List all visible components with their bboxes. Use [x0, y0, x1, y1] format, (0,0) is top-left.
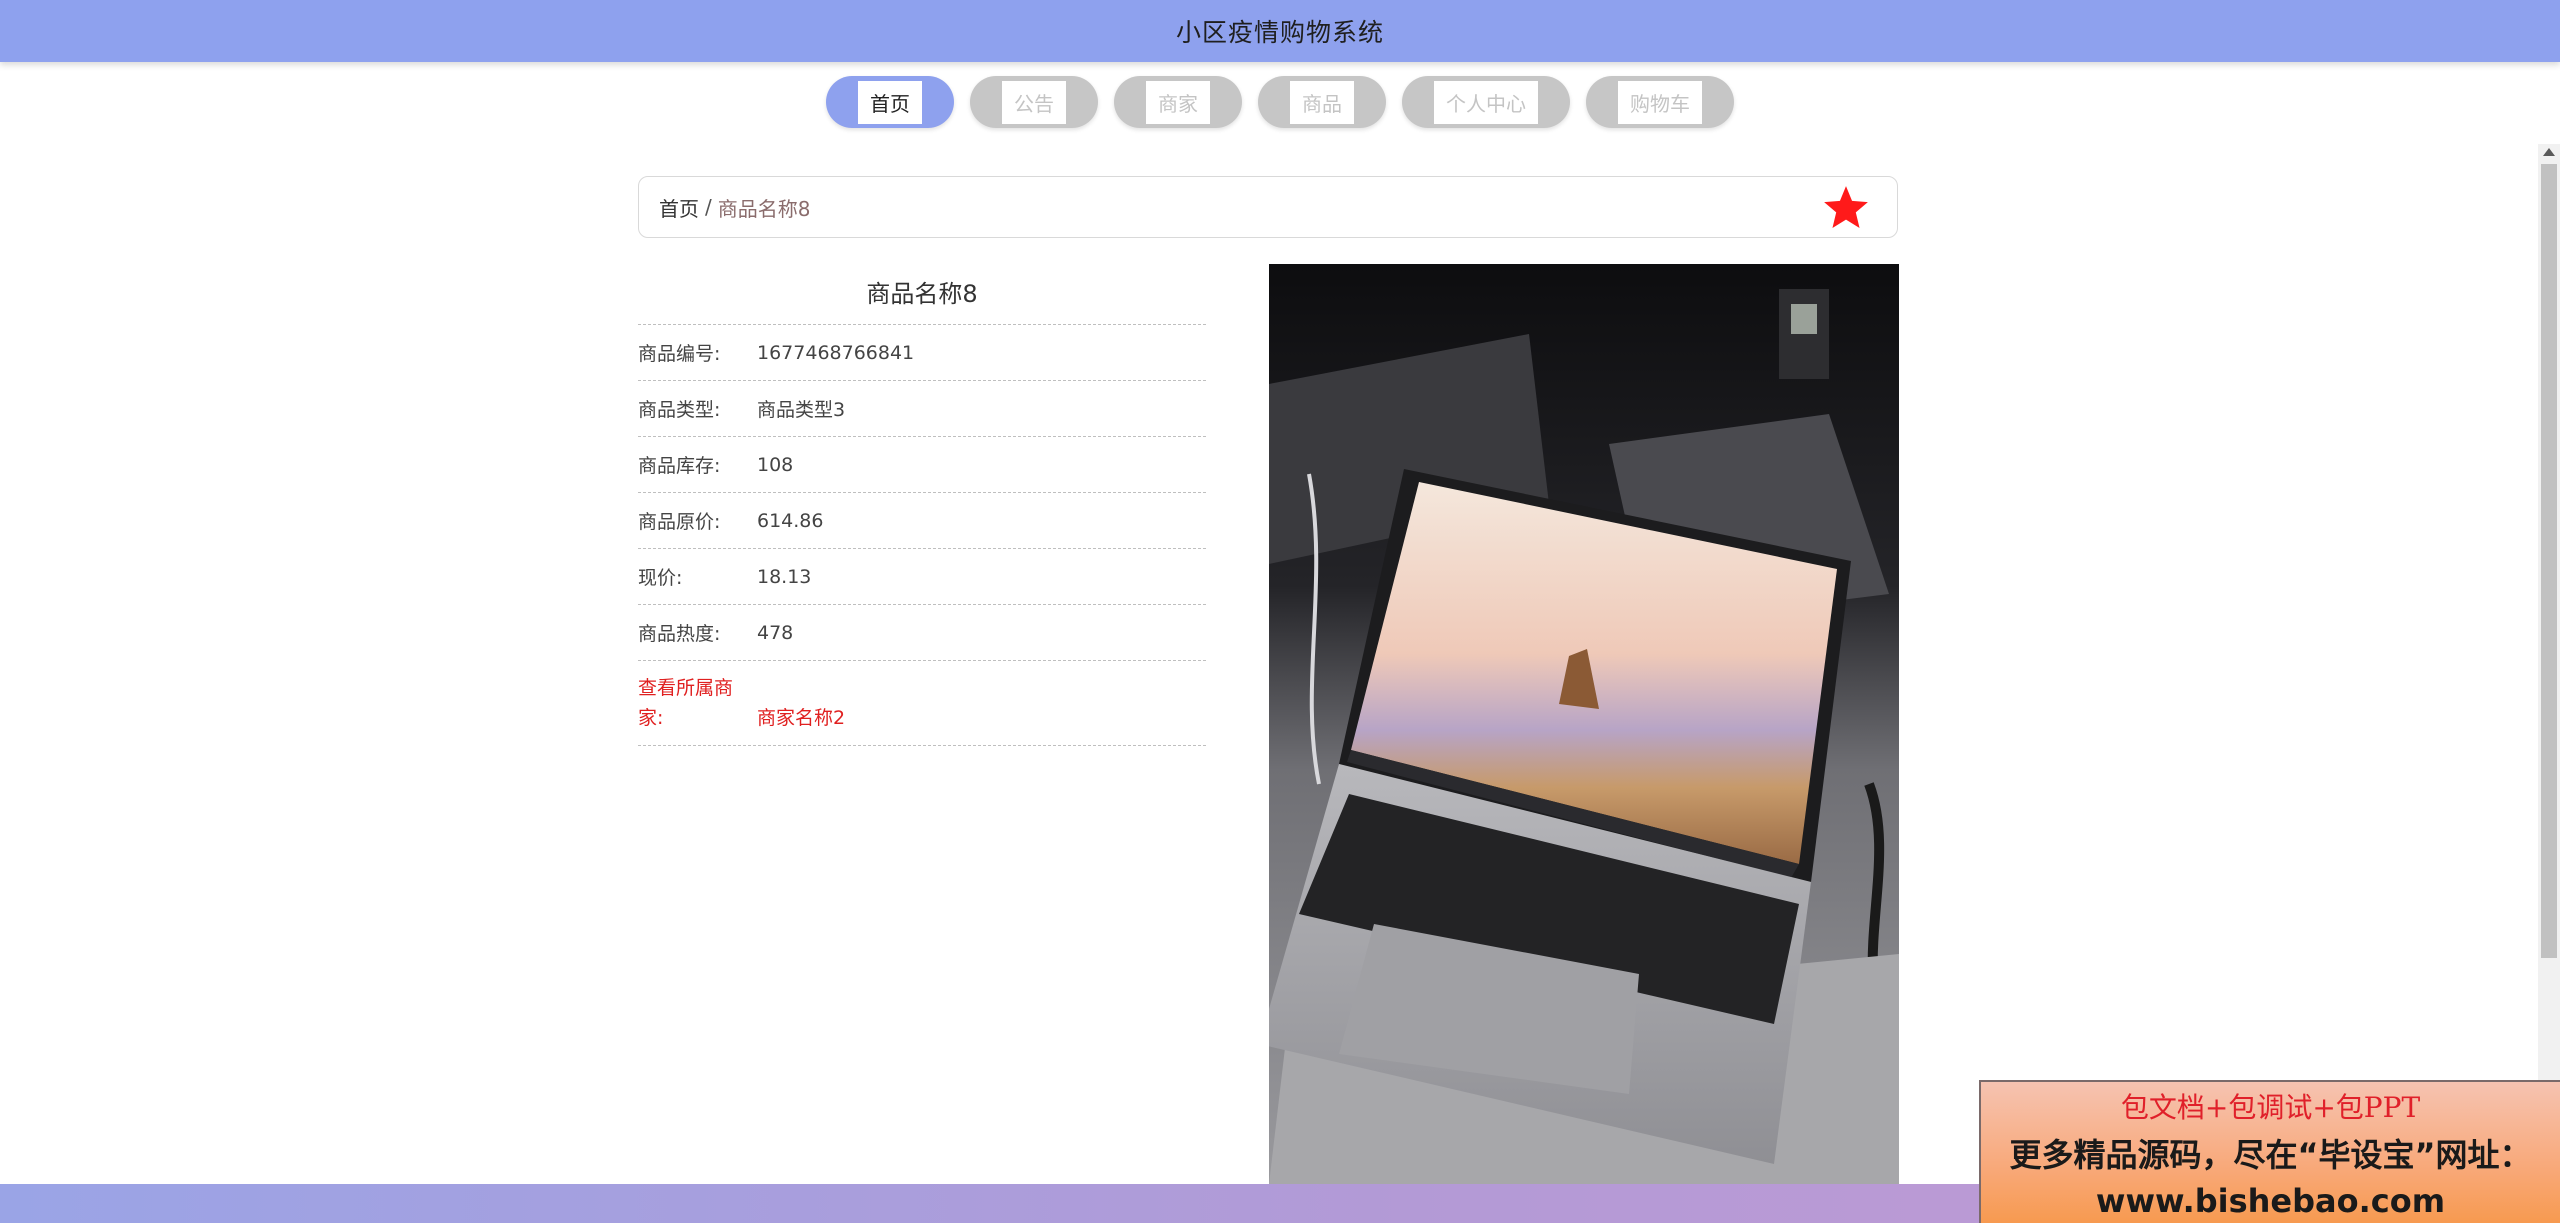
row-value: 1677468766841 [757, 341, 915, 364]
product-info-row: 商品热度: 478 [638, 605, 1206, 661]
breadcrumb-home-link[interactable]: 首页 [659, 193, 699, 222]
product-info-row: 商品编号: 1677468766841 [638, 325, 1206, 381]
row-value: 18.13 [757, 565, 812, 588]
scroll-up-arrow-icon[interactable] [2543, 148, 2555, 156]
nav-item-products[interactable]: 商品 [1258, 76, 1386, 128]
product-title: 商品名称8 [638, 264, 1206, 325]
nav-item-label: 购物车 [1618, 80, 1702, 124]
product-info-row: 商品原价: 614.86 [638, 493, 1206, 549]
promo-banner[interactable]: 包文档+包调试+包PPT 更多精品源码，尽在“毕设宝”网址： www.bishe… [1979, 1080, 2560, 1223]
nav-item-cart[interactable]: 购物车 [1586, 76, 1734, 128]
nav-item-home[interactable]: 首页 [826, 76, 954, 128]
row-value: 108 [757, 453, 794, 476]
nav-item-label: 商家 [1146, 80, 1210, 124]
row-key: 现价: [638, 567, 683, 589]
nav-item-announcements[interactable]: 公告 [970, 76, 1098, 128]
merchant-row: 查看所属商家: 商家名称2 [638, 661, 1206, 746]
main-nav: 首页 公告 商家 商品 个人中心 购物车 [0, 76, 2560, 128]
merchant-name-link[interactable]: 商家名称2 [757, 703, 845, 733]
star-icon[interactable] [1821, 183, 1871, 233]
row-value: 478 [757, 621, 794, 644]
view-merchant-link[interactable]: 查看所属商家: [638, 673, 757, 733]
scroll-thumb[interactable] [2541, 164, 2557, 958]
product-info-row: 现价: 18.13 [638, 549, 1206, 605]
row-key: 商品类型: [638, 399, 721, 421]
breadcrumb-separator: / [705, 195, 712, 219]
nav-item-profile[interactable]: 个人中心 [1402, 76, 1570, 128]
row-value: 614.86 [757, 509, 824, 532]
laptop-photo [1269, 264, 1899, 1184]
row-value: 商品类型3 [757, 399, 846, 421]
nav-item-merchants[interactable]: 商家 [1114, 76, 1242, 128]
breadcrumb: 首页 / 商品名称8 [638, 176, 1898, 238]
product-info-row: 商品类型: 商品类型3 [638, 381, 1206, 437]
nav-item-label: 首页 [858, 80, 922, 124]
page-scrollbar[interactable] [2538, 144, 2560, 1184]
row-key: 商品库存: [638, 455, 721, 477]
product-info-row: 商品库存: 108 [638, 437, 1206, 493]
app-title: 小区疫情购物系统 [1175, 18, 1384, 47]
breadcrumb-current: 商品名称8 [717, 196, 811, 221]
row-key: 商品编号: [638, 343, 721, 365]
promo-line1: 包文档+包调试+包PPT [2120, 1091, 2421, 1124]
app-header: 小区疫情购物系统 [0, 0, 2560, 62]
nav-item-label: 公告 [1002, 80, 1066, 124]
row-key: 商品原价: [638, 511, 721, 533]
nav-item-label: 个人中心 [1434, 80, 1538, 124]
promo-url: www.bishebao.com [2095, 1182, 2446, 1220]
product-info: 商品名称8 商品编号: 1677468766841 商品类型: 商品类型3 商品… [638, 264, 1206, 746]
product-image [1269, 264, 1899, 1184]
nav-item-label: 商品 [1290, 80, 1354, 124]
row-key: 商品热度: [638, 623, 721, 645]
promo-line2: 更多精品源码，尽在“毕设宝”网址： [2009, 1136, 2532, 1174]
